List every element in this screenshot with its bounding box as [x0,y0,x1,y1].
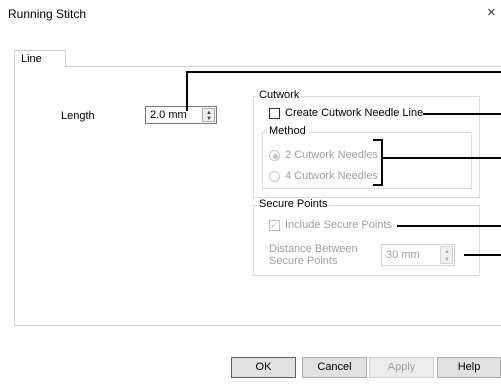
callout-line-create-cutwork [423,113,501,115]
distance-spinbox[interactable]: 30 mm ▲ ▼ [381,244,455,266]
callout-bracket-bottom [373,184,383,186]
distance-spin-buttons[interactable]: ▲ ▼ [440,246,453,264]
apply-button[interactable]: Apply [369,357,434,378]
length-spin-buttons[interactable]: ▲ ▼ [202,108,215,122]
length-label: Length [61,110,95,122]
method-group-label: Method [267,125,308,137]
distance-label-line2: Secure Points [269,255,338,267]
create-cutwork-checkbox[interactable] [269,108,280,119]
spin-down-icon[interactable]: ▼ [206,116,212,122]
spin-up-icon[interactable]: ▲ [444,249,450,255]
close-icon[interactable]: × [487,4,496,21]
tab-line[interactable]: Line [14,50,66,67]
radio-2-cutwork-needles[interactable] [269,150,280,161]
create-cutwork-label[interactable]: Create Cutwork Needle Line [285,107,423,119]
distance-value: 30 mm [386,249,420,261]
help-button[interactable]: Help [437,357,501,378]
cutwork-group-label: Cutwork [257,89,302,101]
cancel-button[interactable]: Cancel [302,357,367,378]
callout-line-length-vertical [186,71,188,111]
check-icon: ✓ [270,220,279,230]
callout-bracket-vertical [381,139,383,186]
include-secure-points-checkbox[interactable]: ✓ [269,220,280,231]
callout-line-method [381,157,501,159]
radio-2-cutwork-label[interactable]: 2 Cutwork Needles [285,149,378,161]
ok-button[interactable]: OK [231,357,296,378]
spin-down-icon[interactable]: ▼ [444,257,450,263]
callout-line-include-secure [397,225,501,227]
window-title: Running Stitch [8,7,87,21]
tab-line-label: Line [21,53,42,65]
radio-4-cutwork-needles[interactable] [269,171,280,182]
length-value: 2.0 mm [150,109,187,121]
include-secure-points-label[interactable]: Include Secure Points [285,219,392,231]
callout-line-length-top [186,71,501,73]
length-spinbox[interactable]: 2.0 mm ▲ ▼ [145,106,217,124]
callout-line-distance [464,254,501,256]
secure-points-group-label: Secure Points [257,198,330,210]
distance-label-line1: Distance Between [269,243,358,255]
radio-4-cutwork-label[interactable]: 4 Cutwork Needles [285,170,378,182]
